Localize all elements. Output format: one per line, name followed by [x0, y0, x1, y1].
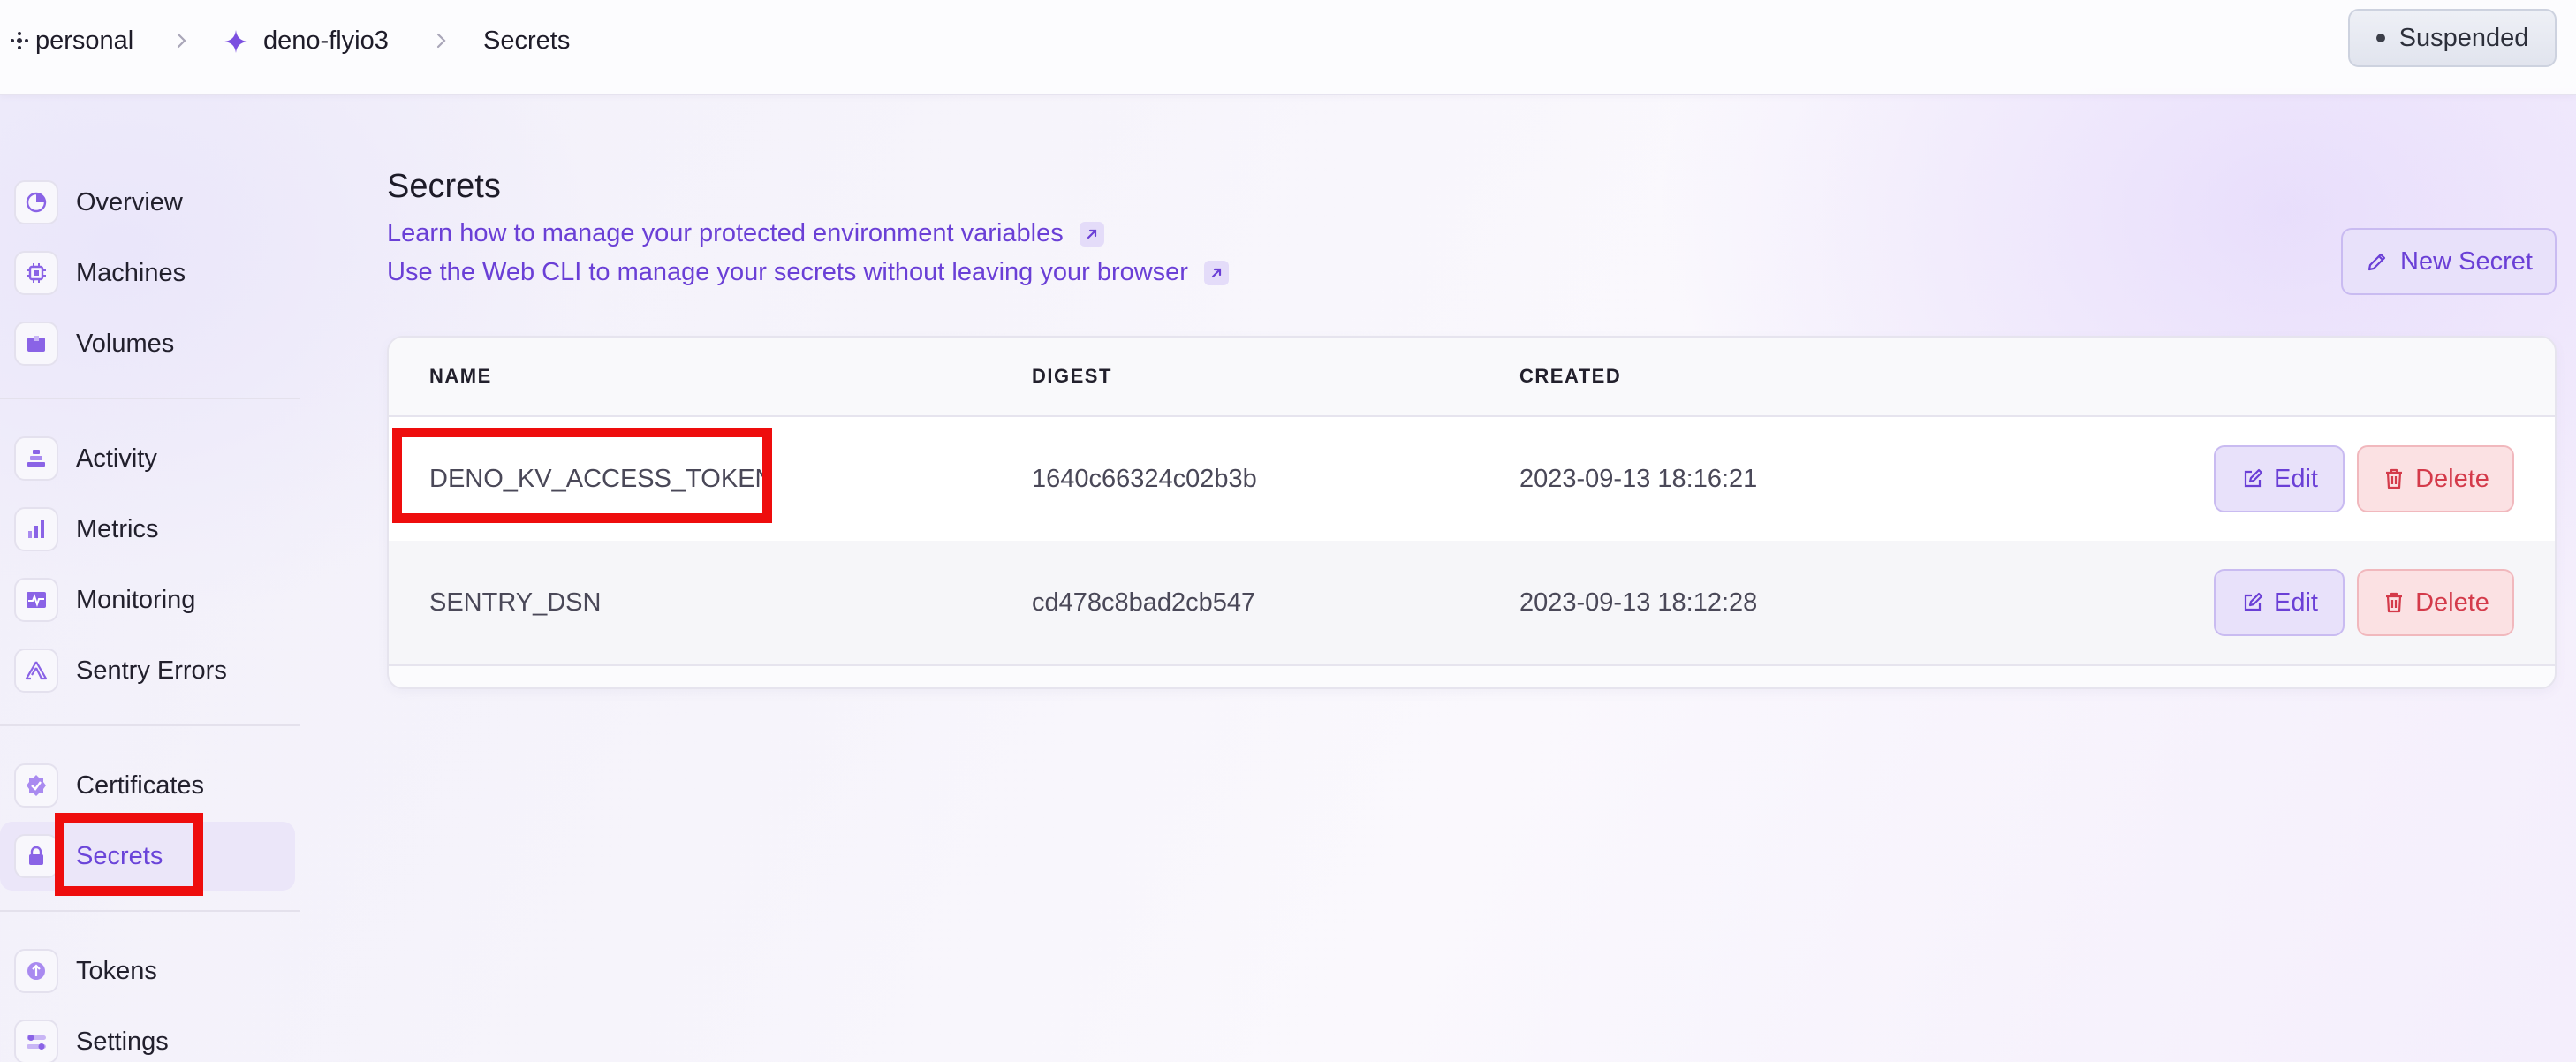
edit-icon — [2244, 468, 2263, 488]
table-header: NAME DIGEST CREATED — [389, 338, 2555, 417]
table-row: SENTRY_DSN cd478c8bad2cb547 2023-09-13 1… — [389, 541, 2555, 666]
table-row: DENO_KV_ACCESS_TOKEN 1640c66324c02b3b 20… — [389, 417, 2555, 541]
secret-created: 2023-09-13 18:12:28 — [1519, 588, 1758, 617]
help-link-env-vars[interactable]: Learn how to manage your protected envir… — [387, 219, 1104, 248]
secret-created: 2023-09-13 18:16:21 — [1519, 465, 1758, 493]
org-dots-icon — [11, 32, 28, 49]
edit-button[interactable]: Edit — [2214, 569, 2345, 636]
top-bar: personal deno-flyio3 Secrets Suspended — [0, 0, 2576, 95]
status-dot-icon — [2375, 34, 2385, 42]
delete-button[interactable]: Delete — [2357, 569, 2514, 636]
edit-button[interactable]: Edit — [2214, 445, 2345, 512]
help-link-text: Learn how to manage your protected envir… — [387, 219, 1064, 247]
external-link-icon — [1079, 221, 1104, 247]
page-title: Secrets — [387, 168, 501, 205]
secrets-table: NAME DIGEST CREATED DENO_KV_ACCESS_TOKEN… — [387, 336, 2557, 689]
help-link-web-cli[interactable]: Use the Web CLI to manage your secrets w… — [387, 258, 1229, 287]
external-link-icon — [1203, 260, 1229, 285]
chevron-right-icon — [177, 33, 186, 49]
status-label: Suspended — [2398, 23, 2529, 52]
help-link-text: Use the Web CLI to manage your secrets w… — [387, 258, 1188, 286]
new-secret-button[interactable]: New Secret — [2341, 228, 2557, 295]
edit-icon — [2244, 592, 2263, 611]
column-header-created[interactable]: CREATED — [1519, 338, 1621, 415]
secret-name: DENO_KV_ACCESS_TOKEN — [429, 465, 774, 493]
breadcrumb-current-page: Secrets — [483, 27, 571, 55]
breadcrumb-org-label: personal — [35, 27, 134, 55]
trash-icon — [2386, 592, 2403, 613]
delete-label: Delete — [2415, 588, 2489, 617]
sparkle-icon — [224, 30, 247, 53]
main-content: Secrets Learn how to manage your protect… — [0, 0, 2576, 1062]
secret-digest: cd478c8bad2cb547 — [1032, 588, 1256, 617]
chevron-right-icon — [436, 33, 446, 49]
secret-digest: 1640c66324c02b3b — [1032, 465, 1257, 493]
delete-button[interactable]: Delete — [2357, 445, 2514, 512]
edit-label: Edit — [2274, 464, 2318, 493]
breadcrumb-app-label: deno-flyio3 — [263, 27, 389, 55]
column-header-name[interactable]: NAME — [429, 338, 492, 415]
status-button[interactable]: Suspended — [2348, 9, 2557, 67]
edit-label: Edit — [2274, 588, 2318, 617]
trash-icon — [2386, 468, 2403, 489]
delete-label: Delete — [2415, 464, 2489, 493]
new-secret-label: New Secret — [2400, 247, 2533, 276]
column-header-digest[interactable]: DIGEST — [1032, 338, 1112, 415]
pencil-icon — [2368, 253, 2386, 271]
secret-name: SENTRY_DSN — [429, 588, 602, 617]
